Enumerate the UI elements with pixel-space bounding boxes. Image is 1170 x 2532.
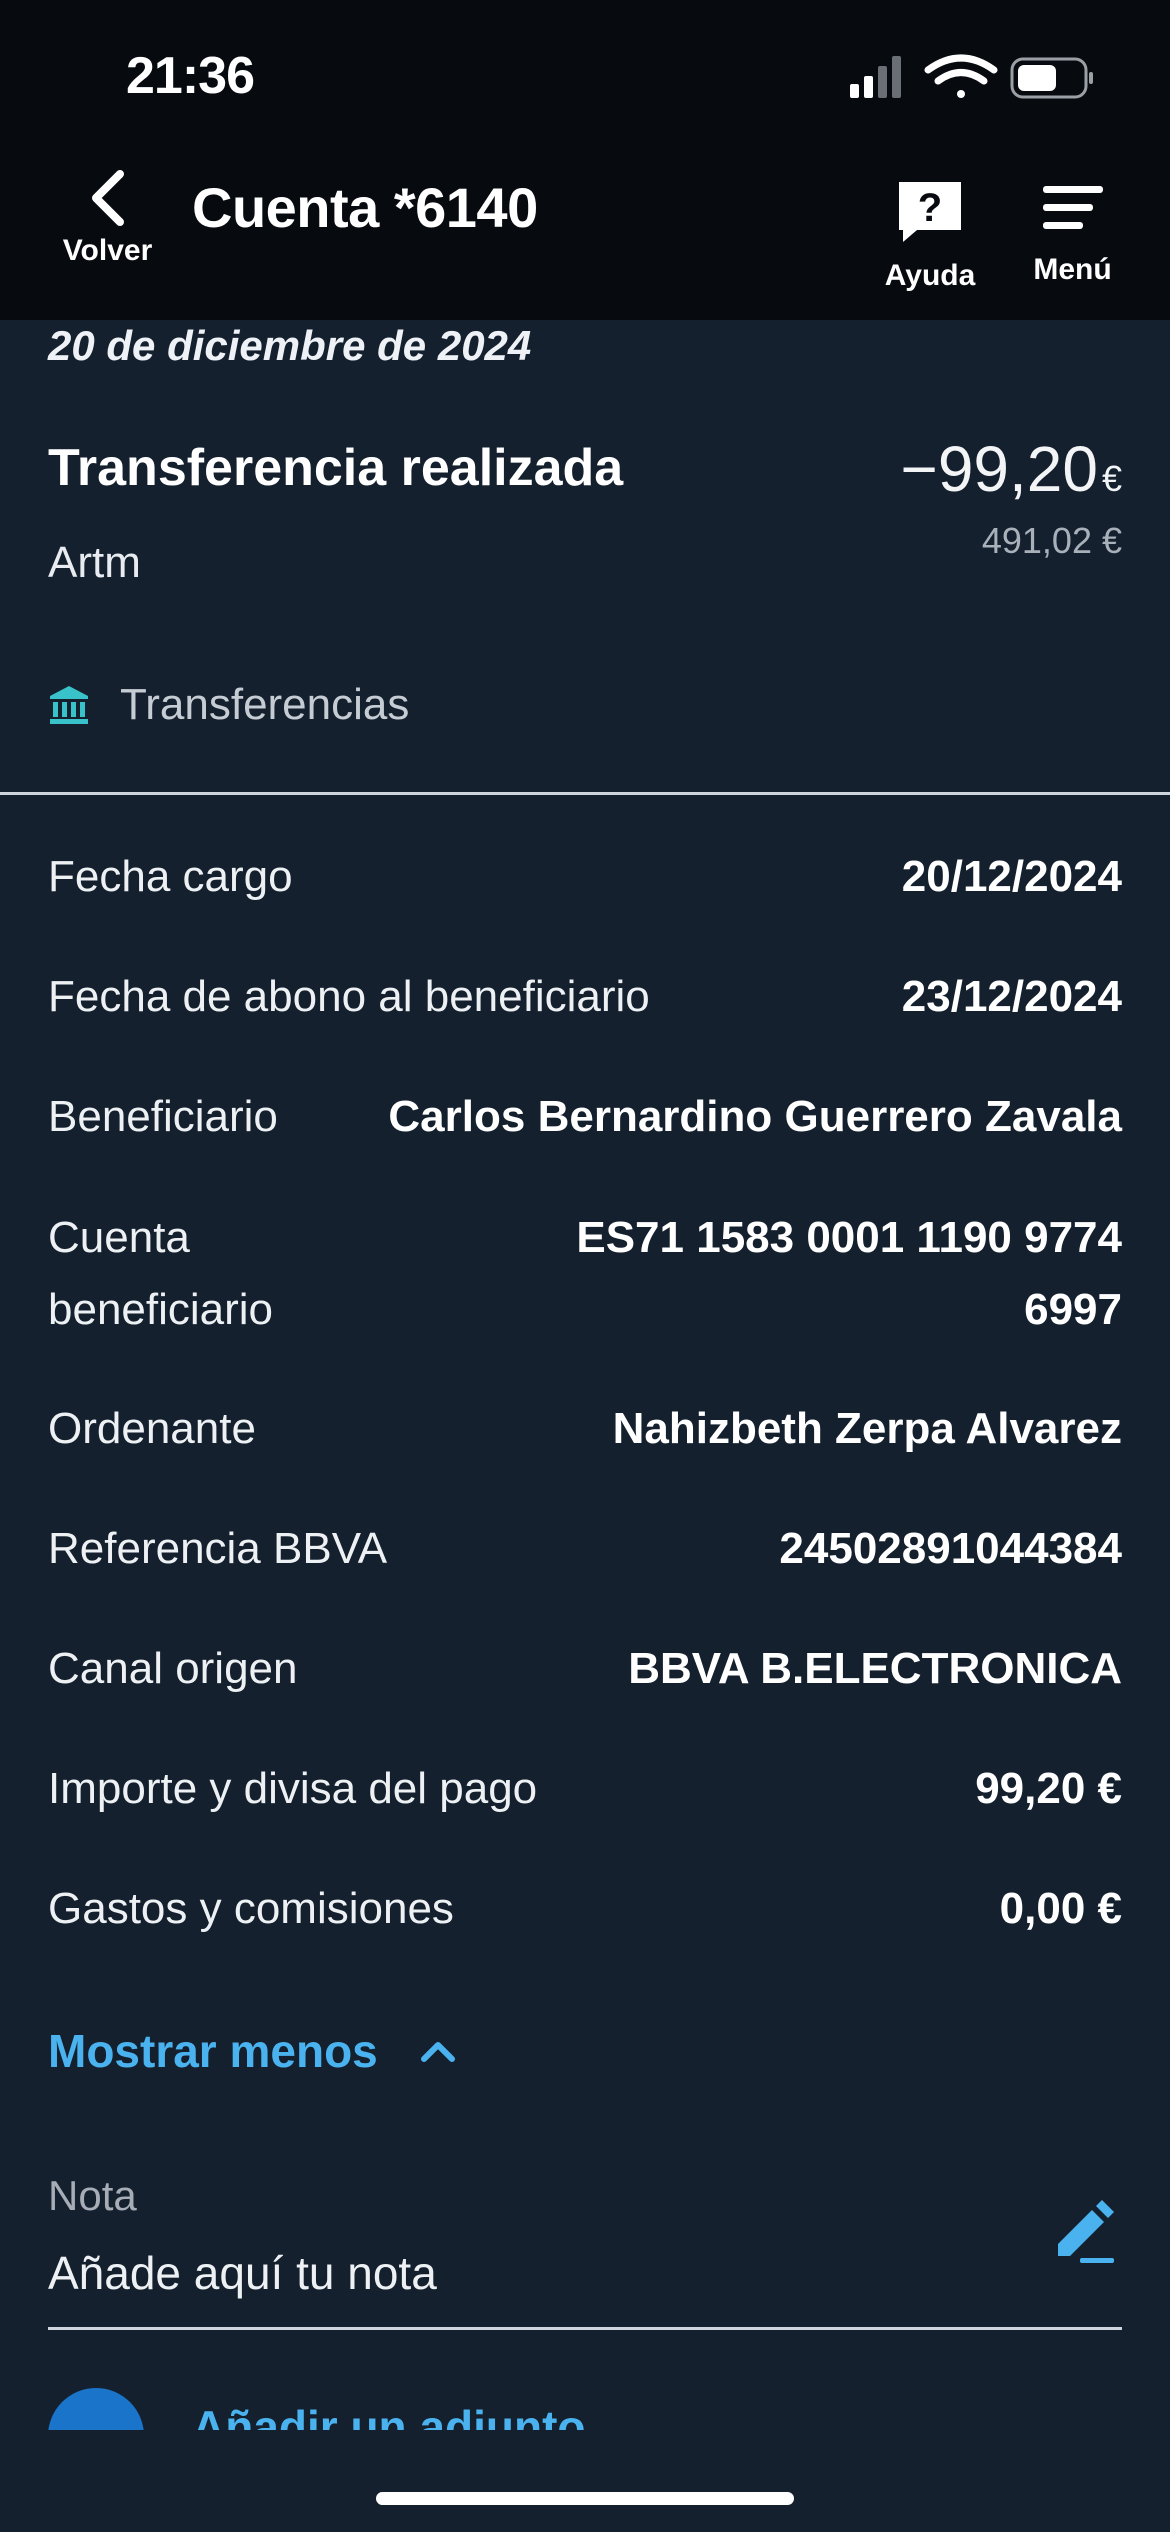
- chevron-up-icon: [420, 2042, 455, 2062]
- transaction-subtitle: Artm: [48, 538, 141, 587]
- note-underline: [48, 2327, 1122, 2330]
- detail-label: Referencia BBVA: [48, 1524, 388, 1573]
- show-less-label: Mostrar menos: [48, 2025, 378, 2077]
- attachment-icon: [48, 2388, 144, 2430]
- bank-icon: [50, 686, 88, 724]
- home-indicator: [376, 2492, 794, 2505]
- note-label: Nota: [48, 2172, 137, 2219]
- svg-text:?: ?: [918, 186, 942, 230]
- chevron-left-icon: [91, 170, 124, 226]
- detail-label: Importe y divisa del pago: [48, 1764, 538, 1813]
- section-divider: [0, 792, 1170, 795]
- detail-value: 23/12/2024: [901, 972, 1122, 1021]
- pencil-icon: [1058, 2200, 1114, 2263]
- detail-value: 20/12/2024: [901, 852, 1122, 901]
- back-label: Volver: [62, 234, 153, 267]
- detail-value: 0,00 €: [999, 1884, 1122, 1933]
- detail-value: 24502891044384: [779, 1524, 1122, 1573]
- category-label: Transferencias: [120, 680, 410, 729]
- detail-label: Canal origen: [48, 1644, 298, 1693]
- amount-currency: €: [1101, 458, 1122, 499]
- transaction-amount: −99,20 €: [900, 432, 1122, 506]
- transaction-date: 20 de diciembre de 2024: [48, 322, 532, 369]
- detail-label: Gastos y comisiones: [48, 1884, 454, 1933]
- detail-label: Fecha cargo: [48, 852, 293, 901]
- transaction-category[interactable]: Transferencias: [48, 680, 409, 730]
- detail-value: Carlos Bernardino Guerrero Zavala: [388, 1092, 1122, 1141]
- detail-value: ES71 1583 0001 1190 9774 6997: [576, 1213, 1122, 1334]
- show-less-button[interactable]: Mostrar menos: [48, 2024, 456, 2078]
- menu-label: Menú: [1033, 253, 1112, 286]
- amount-value: −99,20: [900, 433, 1098, 505]
- detail-label: Ordenante: [48, 1404, 256, 1453]
- back-button[interactable]: Volver: [40, 170, 175, 300]
- detail-value: 99,20 €: [975, 1764, 1122, 1813]
- status-icons: [850, 52, 1095, 104]
- menu-button[interactable]: Menú: [1015, 178, 1130, 287]
- detail-value: BBVA B.ELECTRONICA: [628, 1644, 1122, 1693]
- detail-label: Beneficiario: [48, 1092, 278, 1141]
- help-label: Ayuda: [884, 259, 976, 292]
- help-icon: ?: [899, 182, 961, 242]
- edit-note-button[interactable]: [1050, 2196, 1118, 2269]
- add-attachment-label: Añadir un adjunto: [192, 2401, 586, 2430]
- page-title: Cuenta *6140: [192, 176, 538, 239]
- add-attachment-row[interactable]: Añadir un adjunto: [48, 2388, 648, 2430]
- note-input[interactable]: Añade aquí tu nota: [48, 2246, 437, 2300]
- detail-value: Nahizbeth Zerpa Alvarez: [612, 1404, 1122, 1453]
- detail-label: Cuenta beneficiario: [48, 1213, 274, 1334]
- battery-icon: [1010, 57, 1093, 99]
- detail-label: Fecha de abono al beneficiario: [48, 972, 650, 1021]
- balance-after: 491,02 €: [981, 520, 1122, 561]
- menu-icon: [1042, 186, 1103, 229]
- transaction-title: Transferencia realizada: [48, 439, 624, 497]
- wifi-icon: [924, 54, 998, 98]
- status-time: 21:36: [126, 47, 255, 105]
- cellular-signal-icon: [850, 56, 901, 98]
- help-button[interactable]: ? Ayuda: [870, 178, 990, 293]
